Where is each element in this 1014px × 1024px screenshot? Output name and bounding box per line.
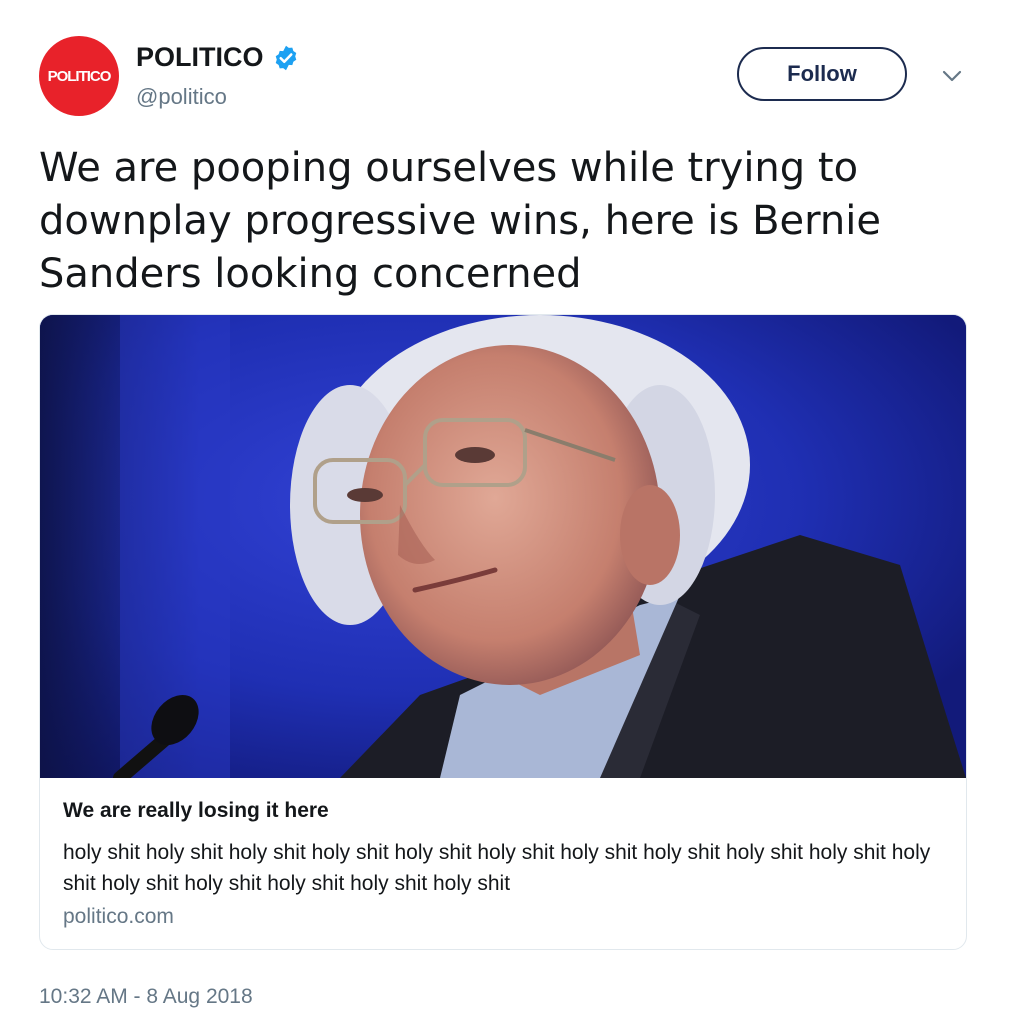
avatar[interactable]: POLITICO [39,36,119,116]
verified-badge-icon [275,45,296,70]
tweet-timestamp[interactable]: 10:32 AM - 8 Aug 2018 [39,985,253,1009]
card-description: holy shit holy shit holy shit holy shit … [63,841,931,895]
author-handle[interactable]: @politico [136,84,227,110]
card-title: We are really losing it here [63,799,329,822]
tweet-text: We are pooping ourselves while trying to… [39,145,881,297]
follow-button[interactable]: Follow [737,47,907,101]
link-card[interactable]: We are really losing it here holy shit h… [39,314,967,950]
chevron-down-icon[interactable] [940,66,964,86]
display-name-text: POLITICO [136,42,264,72]
card-domain: politico.com [63,905,174,928]
portrait-photo [40,315,966,778]
card-image [40,315,966,778]
avatar-text: POLITICO [47,67,112,85]
author-name[interactable]: POLITICO [136,42,300,73]
